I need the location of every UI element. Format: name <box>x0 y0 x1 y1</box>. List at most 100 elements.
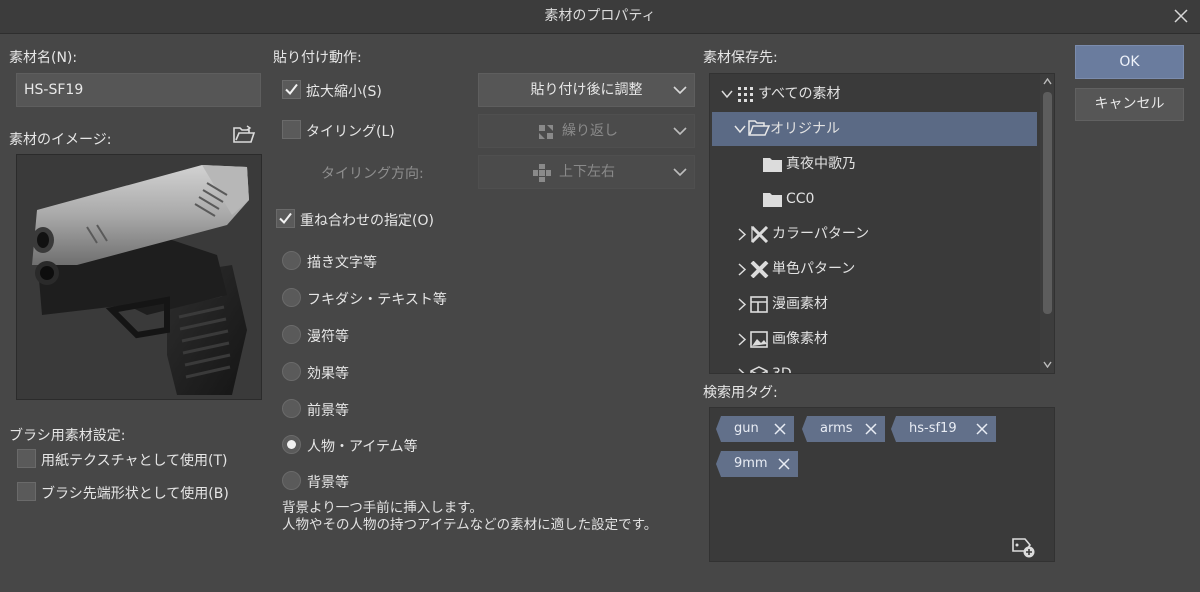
tag-chip[interactable]: gun <box>716 416 794 442</box>
tag-chip[interactable]: 9mm <box>716 451 798 477</box>
material-image-preview <box>16 154 262 400</box>
chevron-down-icon <box>734 125 746 134</box>
material-name-input[interactable]: HS-SF19 <box>16 73 261 107</box>
open-folder-icon[interactable] <box>232 125 256 145</box>
window-title: 素材のプロパティ <box>544 8 656 24</box>
tag-chip[interactable]: arms <box>802 416 885 442</box>
pattern-cross-icon <box>750 261 769 278</box>
scroll-down-icon[interactable] <box>1043 361 1052 368</box>
chevron-down-icon <box>673 127 687 136</box>
tree-item-label: CC0 <box>786 191 815 207</box>
cube-icon <box>750 366 768 373</box>
scroll-up-icon[interactable] <box>1043 78 1052 85</box>
tree-item-label: 3D <box>772 366 792 374</box>
chevron-down-icon <box>673 86 687 95</box>
remove-tag-icon[interactable] <box>976 423 988 435</box>
manga-panel-icon <box>750 296 768 313</box>
search-tags-label: 検索用タグ: <box>703 385 778 401</box>
tag-label: arms <box>820 421 853 436</box>
pistol-image <box>32 165 249 395</box>
repeat-tiles-icon <box>539 125 553 139</box>
brush-tip-checkbox[interactable] <box>17 482 36 501</box>
tiling-label: タイリング(L) <box>306 124 395 140</box>
paper-texture-checkbox[interactable] <box>17 449 36 468</box>
remove-tag-icon[interactable] <box>865 423 877 435</box>
four-direction-icon <box>533 164 551 182</box>
tree-scrollbar[interactable] <box>1040 74 1054 373</box>
remove-tag-icon[interactable] <box>774 423 786 435</box>
tiling-direction-value: 上下左右 <box>559 164 615 180</box>
tree-item-3d[interactable]: 3D <box>710 357 1040 374</box>
tree-item-cc0[interactable]: CC0 <box>710 182 1040 216</box>
radio-background[interactable] <box>282 471 301 490</box>
radio-effects[interactable] <box>282 362 301 381</box>
open-folder-icon <box>748 120 770 136</box>
tree-item-image-material[interactable]: 画像素材 <box>710 322 1040 356</box>
remove-tag-icon[interactable] <box>778 458 790 470</box>
tree-item-label: カラーパターン <box>772 226 870 242</box>
option-description-2: 人物やその人物の持つアイテムなどの素材に適した設定です。 <box>282 517 658 533</box>
add-tag-icon[interactable] <box>1010 536 1036 558</box>
scroll-thumb[interactable] <box>1043 92 1052 314</box>
chevron-down-icon <box>673 168 687 177</box>
tree-item-label: オリジナル <box>770 121 840 137</box>
tiling-direction-dropdown[interactable]: 上下左右 <box>478 155 695 189</box>
material-image-label: 素材のイメージ: <box>9 132 112 148</box>
tag-label: 9mm <box>734 456 768 471</box>
tiling-checkbox[interactable] <box>282 120 301 139</box>
radio-drawn-text[interactable] <box>282 251 301 270</box>
material-name-label: 素材名(N): <box>9 50 78 66</box>
tree-item-manga-material[interactable]: 漫画素材 <box>710 287 1040 321</box>
checkmark-icon <box>279 212 292 225</box>
radio-label: 人物・アイテム等 <box>307 439 418 455</box>
cancel-button[interactable]: キャンセル <box>1075 88 1184 121</box>
checkmark-icon <box>285 83 298 96</box>
radio-person-item[interactable] <box>282 435 301 454</box>
chevron-right-icon <box>738 228 747 241</box>
ok-button[interactable]: OK <box>1075 45 1184 79</box>
paste-behavior-label: 貼り付け動作: <box>273 50 362 66</box>
chevron-right-icon <box>738 333 747 346</box>
brush-settings-label: ブラシ用素材設定: <box>9 428 126 444</box>
pattern-cross-icon <box>750 226 769 243</box>
close-icon[interactable] <box>1172 7 1190 25</box>
radio-label: 前景等 <box>307 403 349 419</box>
tree-item-color-pattern[interactable]: カラーパターン <box>710 217 1040 251</box>
adjust-after-paste-dropdown[interactable]: 貼り付け後に調整 <box>478 73 695 107</box>
tree-item-label: 単色パターン <box>772 261 856 277</box>
tree-item-mono-pattern[interactable]: 単色パターン <box>710 252 1040 286</box>
paper-texture-label: 用紙テクスチャとして使用(T) <box>41 453 228 469</box>
radio-manpu[interactable] <box>282 325 301 344</box>
tiling-mode-dropdown[interactable]: 繰り返し <box>478 114 695 148</box>
overlap-label: 重ね合わせの指定(O) <box>300 213 434 229</box>
tree-item-label: 真夜中歌乃 <box>786 156 856 172</box>
tree-item-mayonaka-kano[interactable]: 真夜中歌乃 <box>710 147 1040 181</box>
tiling-direction-label: タイリング方向: <box>321 166 424 182</box>
scale-checkbox[interactable] <box>282 80 301 99</box>
image-icon <box>750 331 768 348</box>
radio-label: 効果等 <box>307 366 349 382</box>
tag-label: gun <box>734 421 759 436</box>
folder-icon <box>763 158 782 172</box>
brush-tip-label: ブラシ先端形状として使用(B) <box>41 486 229 502</box>
radio-label: 描き文字等 <box>307 255 377 271</box>
storage-tree-panel: すべての素材 オリジナル 真夜中歌乃 CC0 カラーパターン 単色パターン 漫画… <box>709 73 1055 374</box>
option-description-1: 背景より一つ手前に挿入します。 <box>282 500 483 516</box>
tag-label: hs-sf19 <box>909 421 957 436</box>
chevron-down-icon <box>721 90 733 99</box>
tag-chip[interactable]: hs-sf19 <box>891 416 996 442</box>
chevron-right-icon <box>738 263 747 276</box>
tree-item-all-materials[interactable]: すべての素材 <box>710 77 1040 111</box>
radio-label: 漫符等 <box>307 329 349 345</box>
tree-item-label: 画像素材 <box>772 331 828 347</box>
chevron-right-icon <box>738 368 745 373</box>
overlap-checkbox[interactable] <box>276 209 295 228</box>
storage-location-label: 素材保存先: <box>703 50 778 66</box>
radio-foreground[interactable] <box>282 399 301 418</box>
radio-balloon-text[interactable] <box>282 288 301 307</box>
tags-panel: gun arms hs-sf19 9mm <box>709 407 1055 562</box>
tree-item-original[interactable]: オリジナル <box>712 112 1037 146</box>
radio-label: 背景等 <box>307 475 349 491</box>
tree-item-label: 漫画素材 <box>772 296 828 312</box>
adjust-after-paste-value: 貼り付け後に調整 <box>530 82 643 98</box>
